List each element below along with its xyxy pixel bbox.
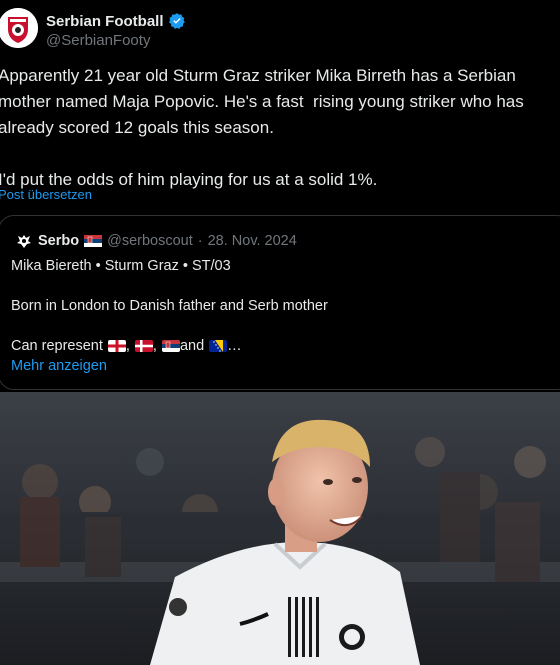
quoted-date[interactable]: 28. Nov. 2024 <box>208 233 297 249</box>
translate-post-link[interactable]: Post übersetzen <box>0 187 92 202</box>
account-handle[interactable]: @SerbianFooty <box>46 32 150 49</box>
quoted-author-handle[interactable]: @serboscout <box>107 233 193 249</box>
and-text: and <box>179 338 205 354</box>
ellipsis: … <box>227 338 242 354</box>
serbia-flag-icon <box>84 235 103 247</box>
footballer-photo <box>0 392 560 665</box>
club-crest-icon <box>0 8 38 48</box>
serbia-flag-icon <box>161 340 180 352</box>
england-flag-icon <box>107 340 126 352</box>
bosnia-flag-icon <box>209 340 228 352</box>
serbian-eagle-icon <box>15 232 33 250</box>
avatar[interactable] <box>0 8 38 48</box>
separator-dot: · <box>197 233 203 249</box>
quoted-line-2: Born in London to Danish father and Serb… <box>11 298 328 314</box>
tweet-text: Apparently 21 year old Sturm Graz strike… <box>0 66 524 189</box>
quoted-post[interactable]: Serbo @serboscout · 28. Nov. 2024 Mika B… <box>0 215 560 390</box>
post-photo[interactable] <box>0 392 560 665</box>
show-more-link[interactable]: Mehr anzeigen <box>11 358 107 374</box>
post-header: Serbian Football @SerbianFooty <box>0 4 560 50</box>
verified-badge-icon <box>168 13 185 29</box>
comma-1: , <box>125 338 130 354</box>
quoted-author-name[interactable]: Serbo <box>38 233 79 249</box>
denmark-flag-icon <box>134 340 153 352</box>
quoted-line-3: Can represent , , and … <box>11 338 242 354</box>
account-name[interactable]: Serbian Football <box>46 13 164 30</box>
quoted-line-1: Mika Biereth • Sturm Graz • ST/03 <box>11 258 231 274</box>
can-represent-text: Can represent <box>11 338 103 354</box>
comma-2: , <box>152 338 157 354</box>
